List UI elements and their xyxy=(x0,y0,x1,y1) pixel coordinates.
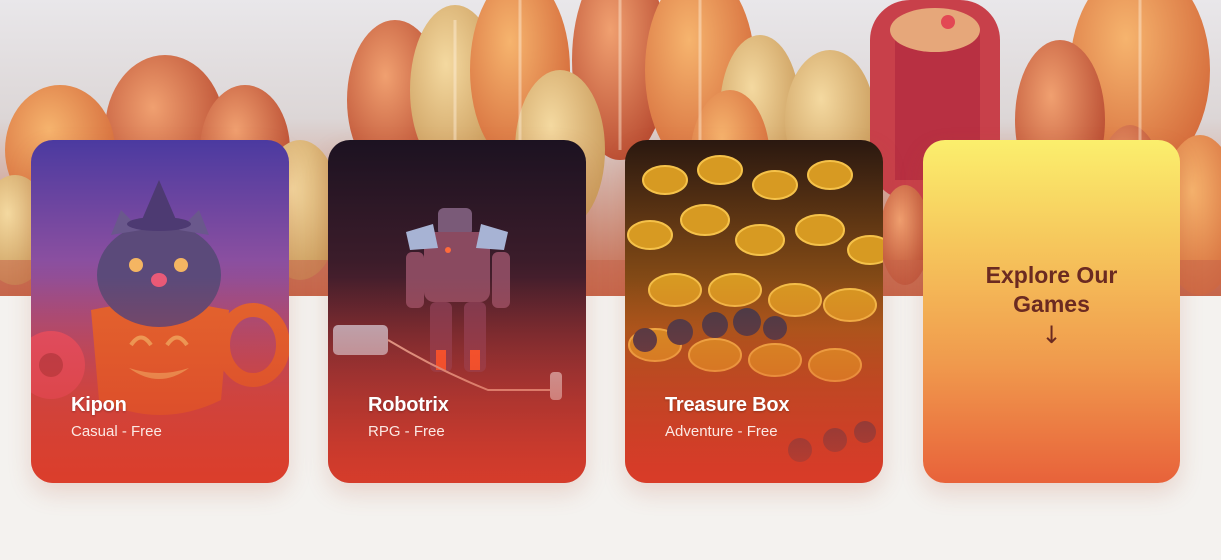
game-card-robotrix[interactable]: Robotrix RPG - Free xyxy=(328,140,586,483)
game-subtitle: Casual - Free xyxy=(71,423,162,440)
game-title: Robotrix xyxy=(368,394,449,416)
game-card-kipon[interactable]: Kipon Casual - Free xyxy=(31,140,289,483)
game-subtitle: Adventure - Free xyxy=(665,423,778,440)
game-title: Treasure Box xyxy=(665,394,790,416)
game-title: Kipon xyxy=(71,394,127,416)
arrow-down-icon: ↓ xyxy=(1041,321,1062,349)
explore-games-button[interactable]: Explore Our Games ↓ xyxy=(923,140,1180,483)
games-row: Kipon Casual - Free Robotrix RPG - Free xyxy=(31,140,1191,483)
game-subtitle: RPG - Free xyxy=(368,423,445,440)
game-card-treasure-box[interactable]: Treasure Box Adventure - Free xyxy=(625,140,883,483)
explore-games-label: Explore Our Games xyxy=(985,262,1118,317)
